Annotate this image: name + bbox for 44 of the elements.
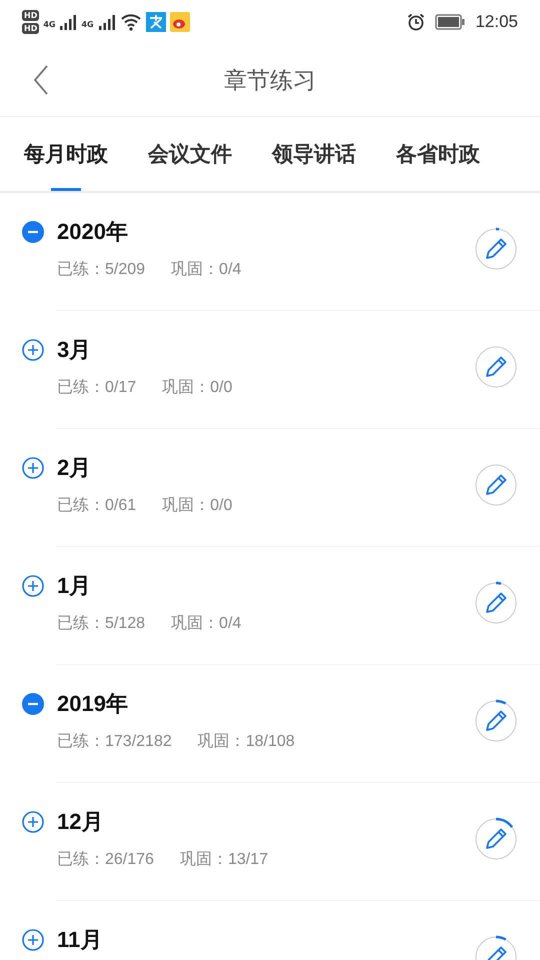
- status-time: 12:05: [475, 12, 518, 32]
- sim-label: HD: [22, 23, 40, 34]
- tab[interactable]: 领导讲话: [272, 117, 356, 191]
- app-icon: [170, 12, 190, 32]
- review-count: 巩固：0/0: [162, 378, 232, 398]
- chapter-title: 12月: [57, 808, 104, 836]
- review-count: 巩固：18/108: [198, 732, 295, 752]
- practiced-count: 已练：5/128: [57, 614, 146, 634]
- practiced-count: 已练：0/17: [57, 378, 136, 398]
- practiced-count: 已练：26/176: [57, 850, 154, 870]
- wifi-icon: [120, 13, 142, 31]
- chapter-title: 2020年: [57, 218, 129, 246]
- expand-icon[interactable]: [22, 457, 44, 479]
- practiced-count: 已练：173/2182: [57, 732, 172, 752]
- expand-icon[interactable]: [22, 811, 44, 833]
- sim-label: HD: [22, 10, 40, 21]
- page-title: 章节练习: [224, 66, 316, 96]
- tab[interactable]: 各省时政: [396, 117, 480, 191]
- tab[interactable]: 每月时政: [24, 117, 108, 191]
- back-icon[interactable]: [33, 65, 49, 95]
- chapter-title: 1月: [57, 572, 92, 600]
- review-count: 巩固：13/17: [180, 850, 268, 870]
- review-count: 巩固：0/4: [171, 260, 242, 280]
- signal-icon: [98, 14, 116, 30]
- alarm-icon: [407, 13, 426, 31]
- signal-icon: [59, 14, 78, 30]
- tab[interactable]: 会议文件: [148, 117, 232, 191]
- app-icon: [146, 12, 166, 32]
- network-label: 4G: [43, 20, 56, 29]
- practiced-count: 已练：0/61: [57, 496, 136, 516]
- expand-icon[interactable]: [22, 575, 44, 597]
- review-count: 巩固：0/0: [162, 496, 232, 516]
- practiced-count: 已练：5/209: [57, 260, 146, 280]
- expand-icon[interactable]: [22, 929, 44, 951]
- battery-icon: [435, 14, 466, 30]
- network-label: 4G: [81, 20, 94, 29]
- collapse-icon[interactable]: [22, 693, 44, 715]
- chapter-title: 2月: [57, 454, 92, 482]
- chapter-title: 2019年: [57, 690, 129, 718]
- chapter-title: 3月: [57, 336, 92, 364]
- chapter-title: 11月: [57, 926, 102, 954]
- review-count: 巩固：0/4: [171, 614, 242, 634]
- collapse-icon[interactable]: [22, 221, 44, 243]
- expand-icon[interactable]: [22, 339, 44, 361]
